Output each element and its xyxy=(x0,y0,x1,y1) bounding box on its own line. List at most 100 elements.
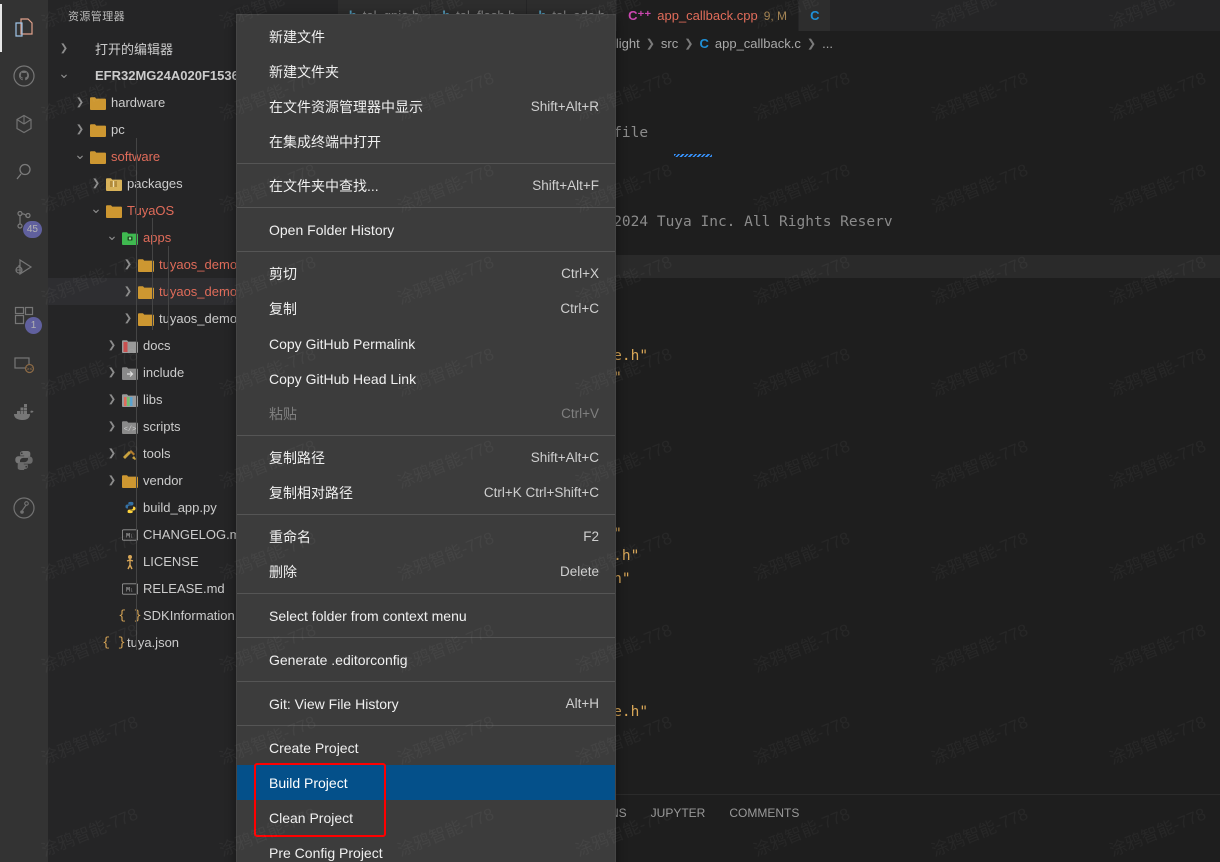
menu-item-open-folder-history[interactable]: Open Folder History xyxy=(237,212,615,247)
chevron-right-icon[interactable]: ❯ xyxy=(120,313,136,324)
panel-tab-jupyter[interactable]: JUPYTER xyxy=(639,795,718,831)
chevron-down-icon[interactable]: ⌄ xyxy=(88,201,104,215)
menu-item-[interactable]: 复制 Ctrl+C xyxy=(237,291,615,326)
folder-apps-icon xyxy=(120,231,140,245)
activity-run-debug[interactable] xyxy=(0,244,48,292)
menu-item-git-view-file-history[interactable]: Git: View File History Alt+H xyxy=(237,686,615,721)
menu-item-[interactable]: 重命名 F2 xyxy=(237,519,615,554)
tab-next-c[interactable]: C xyxy=(799,0,832,31)
chevron-right-icon[interactable]: ❯ xyxy=(104,367,120,378)
tab-app-callback-cpp[interactable]: C⁺⁺ app_callback.cpp 9, M xyxy=(617,0,800,31)
menu-item-[interactable]: 在集成终端中打开 xyxy=(237,124,615,159)
breadcrumb-part[interactable]: ... xyxy=(822,36,833,51)
chevron-right-icon[interactable]: ❯ xyxy=(88,178,104,189)
svg-text:</>: </> xyxy=(124,426,137,434)
chevron-right-icon[interactable]: ❯ xyxy=(72,97,88,108)
menu-separator xyxy=(237,725,615,726)
menu-item-build-project[interactable]: Build Project xyxy=(237,765,615,800)
activity-explorer[interactable] xyxy=(0,4,48,52)
folder-include-icon xyxy=(120,366,140,380)
activity-source-control[interactable]: 45 xyxy=(0,196,48,244)
menu-item-label: 重命名 xyxy=(269,528,311,545)
svg-text:M↓: M↓ xyxy=(126,532,134,539)
folder-scripts-icon: </> xyxy=(120,420,140,434)
python-icon xyxy=(15,451,33,470)
tree-item-label: RELEASE.md xyxy=(143,581,225,596)
menu-item-shortcut: Ctrl+V xyxy=(561,406,599,421)
menu-item-label: Copy GitHub Permalink xyxy=(269,335,416,352)
chevron-right-icon[interactable]: ❯ xyxy=(72,124,88,135)
chevron-right-icon[interactable]: ❯ xyxy=(120,259,136,270)
menu-item-label: 删除 xyxy=(269,563,297,580)
activity-search[interactable] xyxy=(0,148,48,196)
menu-item-pre-config-project[interactable]: Pre Config Project xyxy=(237,835,615,862)
menu-item-shortcut: Alt+H xyxy=(565,696,599,711)
chevron-right-icon[interactable]: ❯ xyxy=(104,421,120,432)
activity-github[interactable] xyxy=(0,52,48,100)
menu-item-copy-github-head-link[interactable]: Copy GitHub Head Link xyxy=(237,361,615,396)
chevron-right-icon[interactable]: ❯ xyxy=(104,448,120,459)
menu-separator xyxy=(237,637,615,638)
breadcrumb-part[interactable]: src xyxy=(661,36,678,51)
activity-cube[interactable] xyxy=(0,100,48,148)
activity-gitlens[interactable] xyxy=(0,484,48,532)
menu-item-select-folder-from-context-menu[interactable]: Select folder from context menu xyxy=(237,598,615,633)
menu-item-[interactable]: 复制路径 Shift+Alt+C xyxy=(237,440,615,475)
menu-item-label: 在文件资源管理器中显示 xyxy=(269,98,423,115)
chevron-right-icon[interactable]: ❯ xyxy=(120,286,136,297)
activity-bar: 45 1 >< xyxy=(0,0,48,862)
source-control-badge: 45 xyxy=(22,221,42,238)
menu-item-[interactable]: 删除 Delete xyxy=(237,554,615,589)
menu-item-[interactable]: 新建文件 xyxy=(237,19,615,54)
menu-item-label: Open Folder History xyxy=(269,221,395,238)
menu-item-create-project[interactable]: Create Project xyxy=(237,730,615,765)
menu-item-copy-github-permalink[interactable]: Copy GitHub Permalink xyxy=(237,326,615,361)
spellcheck-squiggle xyxy=(674,154,712,157)
menu-item-label: 复制 xyxy=(269,300,297,317)
breadcrumb-part[interactable]: app_callback.c xyxy=(715,36,801,51)
activity-remote-explorer[interactable]: >< xyxy=(0,340,48,388)
panel-tab-comments[interactable]: COMMENTS xyxy=(717,795,811,831)
menu-item-[interactable]: 在文件夹中查找... Shift+Alt+F xyxy=(237,168,615,203)
chevron-right-icon[interactable]: ❯ xyxy=(104,340,120,351)
menu-item-clean-project[interactable]: Clean Project xyxy=(237,800,615,835)
menu-item-[interactable]: 复制相对路径 Ctrl+K Ctrl+Shift+C xyxy=(237,475,615,510)
activity-extensions[interactable]: 1 xyxy=(0,292,48,340)
tree-indent-guide xyxy=(152,218,153,330)
explorer-context-menu[interactable]: 新建文件 新建文件夹 在文件资源管理器中显示 Shift+Alt+R 在集成终端中打开在… xyxy=(236,14,616,862)
chevron-right-icon: ❯ xyxy=(684,37,694,50)
menu-separator xyxy=(237,207,615,208)
chevron-right-icon[interactable]: ❯ xyxy=(104,394,120,405)
menu-item-[interactable]: 剪切 Ctrl+X xyxy=(237,256,615,291)
chevron-right-icon[interactable]: ❯ xyxy=(104,475,120,486)
menu-item-shortcut: F2 xyxy=(583,529,599,544)
menu-item-: 粘贴 Ctrl+V xyxy=(237,396,615,431)
panel-tab-label: COMMENTS xyxy=(729,806,800,820)
menu-item-shortcut: Shift+Alt+F xyxy=(532,178,599,193)
activity-python[interactable] xyxy=(0,436,48,484)
folder-icon xyxy=(88,123,108,137)
activity-docker[interactable] xyxy=(0,388,48,436)
tab-status: 9, M xyxy=(763,8,788,23)
folder-icon xyxy=(136,285,156,299)
folder-open-icon xyxy=(104,204,124,218)
menu-item-label: Generate .editorconfig xyxy=(269,651,408,668)
folder-open-icon xyxy=(88,150,108,164)
tree-indent-guide xyxy=(168,246,169,330)
markdown-file-icon: M↓ xyxy=(120,582,140,595)
tree-item-label: build_app.py xyxy=(143,500,217,515)
menu-item-generate-editorconfig[interactable]: Generate .editorconfig xyxy=(237,642,615,677)
chevron-down-icon[interactable]: ⌄ xyxy=(56,66,72,80)
menu-item-shortcut: Shift+Alt+C xyxy=(530,450,599,465)
chevron-down-icon[interactable]: ⌄ xyxy=(72,147,88,161)
menu-item-[interactable]: 新建文件夹 xyxy=(237,54,615,89)
chevron-right-icon: ❯ xyxy=(806,37,817,50)
cube-icon xyxy=(16,114,32,134)
tree-item-label: TuyaOS xyxy=(127,203,175,218)
menu-item-[interactable]: 在文件资源管理器中显示 Shift+Alt+R xyxy=(237,89,615,124)
tree-item-label: LICENSE xyxy=(143,554,199,569)
chevron-right-icon[interactable]: ❯ xyxy=(56,43,72,54)
chevron-down-icon[interactable]: ⌄ xyxy=(104,228,120,242)
menu-item-label: 在文件夹中查找... xyxy=(269,177,379,194)
menu-item-label: 新建文件 xyxy=(269,28,325,45)
